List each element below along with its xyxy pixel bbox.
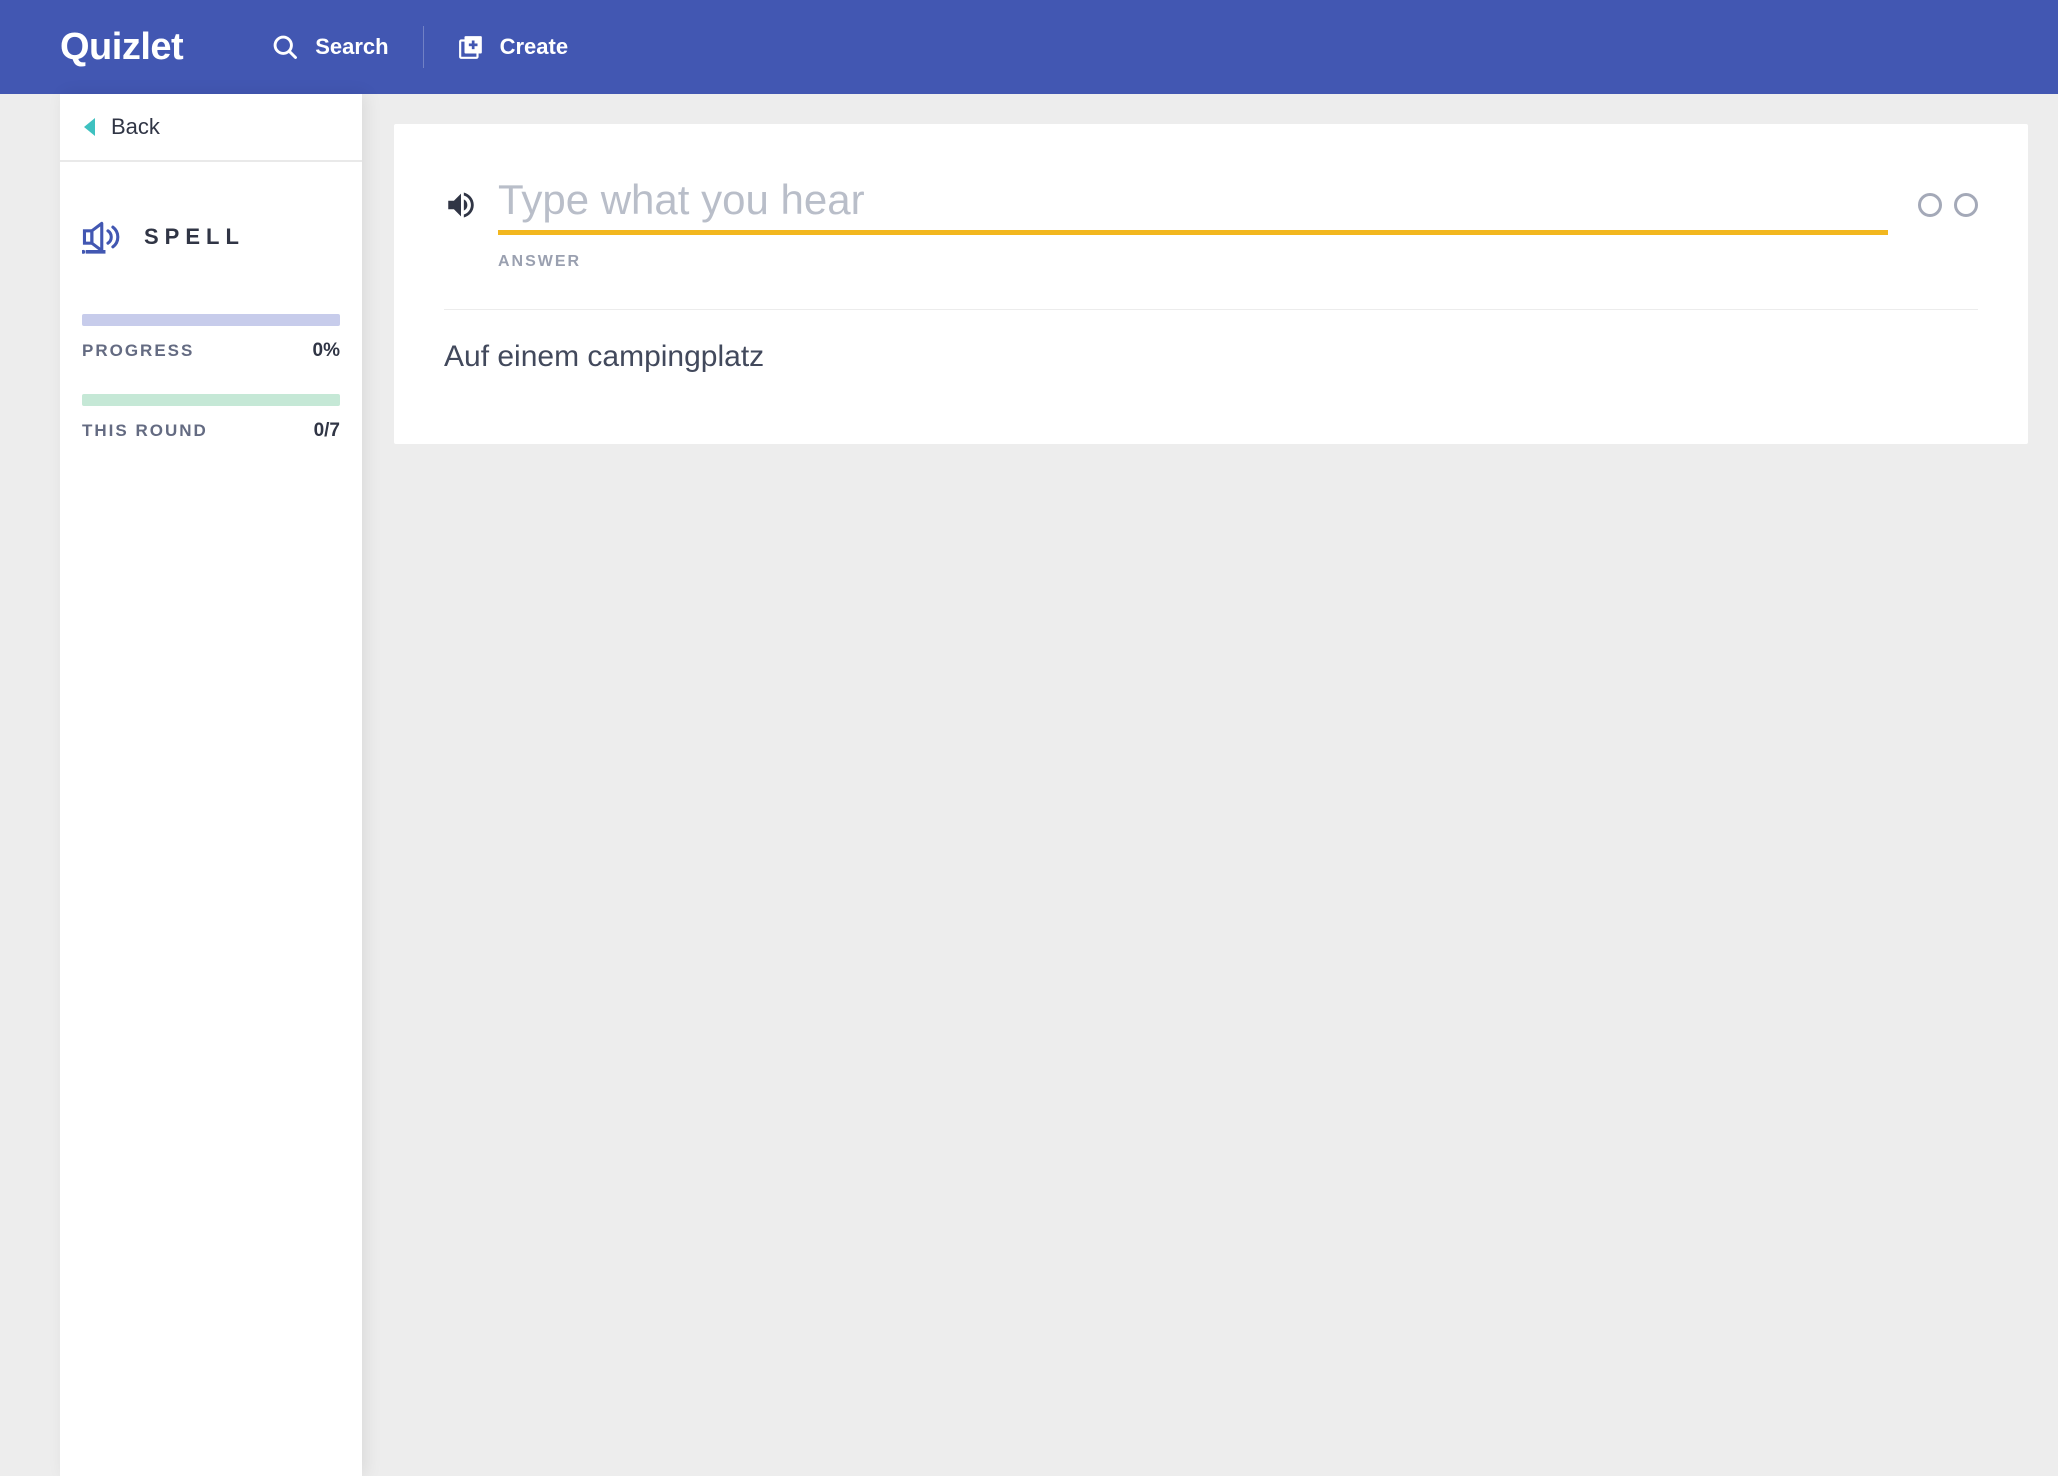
- main-area: ANSWER Auf einem campingplatz: [362, 94, 2058, 1476]
- progress-bar: [82, 314, 340, 326]
- answer-row: [444, 174, 1978, 235]
- search-button[interactable]: Search: [243, 23, 416, 71]
- brand-logo[interactable]: Quizlet: [60, 26, 243, 69]
- spell-card: ANSWER Auf einem campingplatz: [394, 124, 2028, 444]
- header-divider: [423, 26, 424, 68]
- answer-underline: [498, 230, 1888, 235]
- back-button[interactable]: Back: [60, 94, 362, 162]
- hint-circle[interactable]: [1918, 193, 1942, 217]
- round-label: THIS ROUND: [82, 421, 208, 441]
- spell-speaker-icon: [82, 216, 124, 258]
- round-value: 0/7: [314, 420, 340, 442]
- answer-input[interactable]: [498, 174, 1888, 230]
- prompt-text: Auf einem campingplatz: [444, 340, 1978, 374]
- progress-block: PROGRESS 0%: [60, 314, 362, 362]
- audio-icon[interactable]: [444, 188, 478, 222]
- hint-circle[interactable]: [1954, 193, 1978, 217]
- progress-label: PROGRESS: [82, 341, 194, 361]
- caret-left-icon: [84, 118, 95, 136]
- search-icon: [271, 33, 299, 61]
- search-label: Search: [315, 34, 388, 60]
- mode-label: SPELL: [144, 224, 245, 250]
- answer-label: ANSWER: [444, 253, 1978, 271]
- main-layout: Back SPELL PROGRESS 0%: [0, 94, 2058, 1476]
- back-label: Back: [111, 114, 160, 140]
- answer-field: [498, 174, 1888, 235]
- progress-value: 0%: [313, 340, 340, 362]
- card-divider: [444, 309, 1978, 310]
- round-bar: [82, 394, 340, 406]
- sidebar: Back SPELL PROGRESS 0%: [60, 94, 362, 1476]
- mode-indicator: SPELL: [60, 162, 362, 282]
- round-block: THIS ROUND 0/7: [60, 394, 362, 442]
- app-header: Quizlet Search Create: [0, 0, 2058, 94]
- create-icon: [458, 34, 484, 60]
- create-label: Create: [500, 34, 568, 60]
- hint-circles: [1908, 193, 1978, 217]
- create-button[interactable]: Create: [430, 24, 596, 70]
